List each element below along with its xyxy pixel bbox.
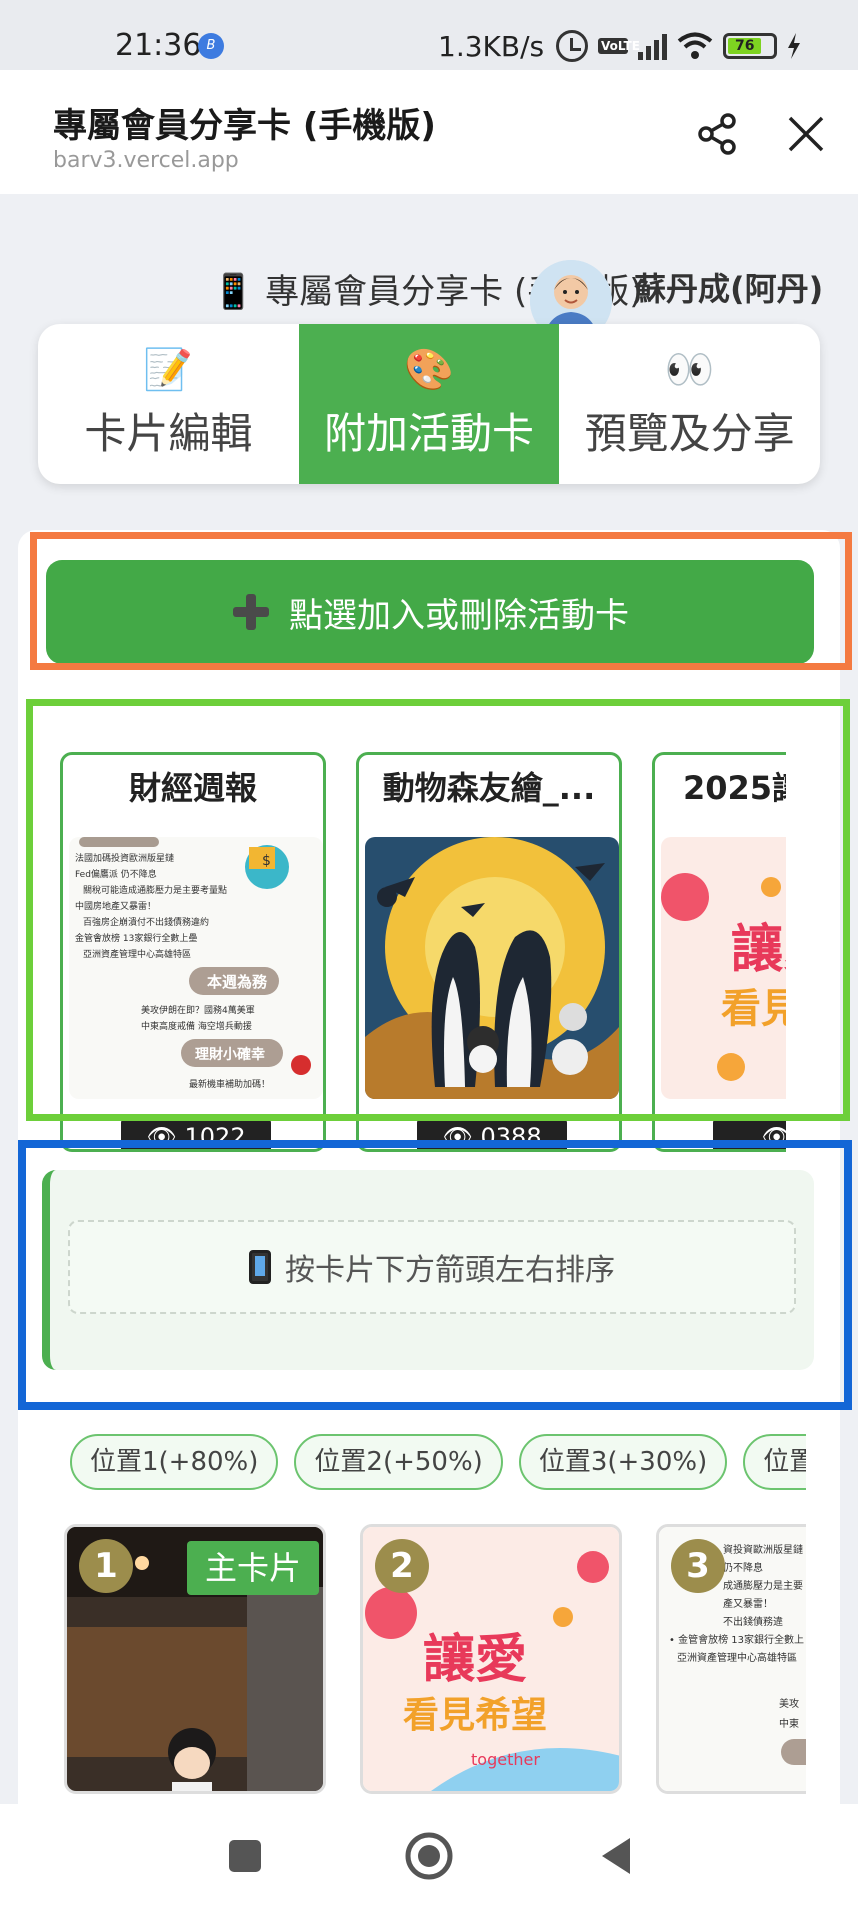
add-cards-label: 點選加入或刪除活動卡 [289,595,629,636]
card-image-text: 美攻 [779,1697,799,1710]
svg-text:$: $ [262,853,271,869]
activity-card[interactable]: 2025讓 讓愛 看見 👁 0 [652,752,786,1152]
status-icons: VoLTE 76 [556,30,801,62]
card-title: 2025讓 [683,769,786,807]
tab-card-edit[interactable]: 📝 卡片編輯 [38,324,299,484]
card-thumbnail: 讓愛 看見 [661,837,786,1099]
network-speed: 1.3KB/s [438,30,545,63]
card-image-text: 亞洲資產管理中心高雄特區 [83,948,191,960]
card-image-text: 讓愛 [423,1630,527,1690]
card-image-text: together [471,1750,540,1769]
home-circle-icon[interactable] [403,1830,455,1882]
position-chip[interactable]: 位置2(+50%) [294,1434,503,1490]
mobile-phone-icon [249,1250,271,1284]
share-icon[interactable] [696,112,740,156]
status-bar: 21:36 B 1.3KB/s VoLTE 76 [0,0,858,70]
main-card-badge: 主卡片 [186,1541,319,1595]
member-name: 蘇丹成(阿丹) [634,270,824,308]
position-chip[interactable]: 位置1(+80%) [70,1434,279,1490]
card-image-text: 理財小確幸 [195,1046,265,1063]
app-notification-icon: B [198,33,224,59]
recents-square-icon[interactable] [219,1830,271,1882]
activity-card[interactable]: 財經週報 $ 法國加碼投資歐洲版星鏈 Fed偏鷹派 仍不降息 關稅可能造成通膨壓… [60,752,326,1152]
alarm-icon [556,30,588,62]
card-image-text: • 金管會放榜 13家銀行全數上 [669,1633,804,1646]
volte-icon: VoLTE [598,38,640,54]
signal-icon [638,32,667,60]
system-nav-bar [0,1804,858,1907]
tab-activity-cards[interactable]: 🎨 附加活動卡 [298,324,560,484]
card-image-text: 美攻伊朗在即？國務4萬美軍 [141,1004,255,1016]
sort-hint: 按卡片下方箭頭左右排序 [68,1220,796,1314]
tab-label: 預覽及分享 [584,408,795,458]
card-image-text: 百強房企崩潰付不出錢債務違約 [83,916,209,928]
card-image-text: 讓愛 [731,920,786,980]
card-image-text: 中國房地產又暴雷！ [75,900,156,912]
order-number-badge: 2 [375,1539,429,1593]
page-url: barv3.vercel.app [53,148,239,173]
card-image-text: Fed偏鷹派 仍不降息 [75,868,157,880]
tab-bar: 📝 卡片編輯 🎨 附加活動卡 👀 預覽及分享 [38,324,820,484]
member-header: 📱 專屬會員分享卡 (手機版) 蘇丹成(阿丹) [212,234,852,342]
close-icon[interactable] [784,112,828,156]
card-image-text: 最新機車補助加碼！ [189,1078,270,1090]
tab-label: 附加活動卡 [324,408,535,458]
battery-icon: 76 [723,33,777,59]
activity-card-carousel[interactable]: 財經週報 $ 法國加碼投資歐洲版星鏈 Fed偏鷹派 仍不降息 關稅可能造成通膨壓… [60,752,786,1152]
activity-card[interactable]: 動物森友繪_... 👁 0388 [356,752,622,1152]
card-image-text: 成通膨壓力是主要 [723,1579,803,1592]
tab-label: 卡片編輯 [84,408,253,458]
card-image-text: 關稅可能造成通膨壓力是主要考量點 [83,884,227,896]
card-image-text: 資投資歐洲版星鏈 [723,1543,803,1556]
wifi-icon [677,32,713,59]
add-remove-activity-cards-button[interactable]: 點選加入或刪除活動卡 [46,560,814,664]
card-title: 動物森友繪_... [382,769,596,807]
eyes-icon: 👀 [664,346,715,393]
memo-icon: 📝 [143,346,194,393]
page-title: 專屬會員分享卡 (手機版) [53,106,436,146]
card-thumbnail [365,837,619,1099]
order-number-badge: 3 [671,1539,725,1593]
card-image-text: 仍不降息 [723,1561,763,1574]
charging-icon [788,33,800,59]
card-image-text: 中東 [779,1717,799,1730]
card-image-text: 本週為務 [207,973,268,991]
card-image-text: 亞洲資產管理中心高雄特區 [677,1651,797,1664]
view-count: 👁 1022 [121,1117,271,1149]
browser-header: 專屬會員分享卡 (手機版) barv3.vercel.app [0,70,858,194]
ordered-card[interactable]: 資投資歐洲版星鏈 仍不降息 成通膨壓力是主要 產又暴雷！ 不出錢債務違 • 金管… [656,1524,806,1794]
ordered-card[interactable]: 讓愛 看見希望 together 2 [360,1524,622,1794]
card-image-text: 法國加碼投資歐洲版星鏈 [75,852,174,864]
tab-preview-share[interactable]: 👀 預覽及分享 [559,324,820,484]
battery-level: 76 [728,38,762,54]
back-triangle-icon[interactable] [590,1830,642,1882]
card-order-carousel[interactable]: 1 主卡片 讓愛 看見希望 together 2 資投資歐洲版星鏈 仍不降息 成… [64,1524,806,1794]
card-image-text: 不出錢債務違 [723,1615,783,1628]
plus-icon [231,592,271,632]
palette-icon: 🎨 [404,346,454,393]
card-image-text: 看見希望 [403,1695,547,1736]
ordered-card[interactable]: 1 主卡片 [64,1524,326,1794]
position-chip-row[interactable]: 位置1(+80%) 位置2(+50%) 位置3(+30%) 位置4(+1 [70,1434,806,1490]
card-title: 財經週報 [128,769,257,807]
card-image-text: 中東高度戒備 海空增兵動援 [141,1020,252,1032]
order-number-badge: 1 [79,1539,133,1593]
position-chip[interactable]: 位置4(+1 [743,1434,806,1490]
card-image-text: 產又暴雷！ [723,1597,773,1610]
card-thumbnail: $ 法國加碼投資歐洲版星鏈 Fed偏鷹派 仍不降息 關稅可能造成通膨壓力是主要考… [69,837,323,1099]
sort-hint-text: 按卡片下方箭頭左右排序 [285,1253,615,1288]
view-count: 👁 0 [713,1117,786,1149]
status-time: 21:36 [115,28,202,63]
card-image-text: 看見 [721,986,786,1032]
card-image-text: 金管會放榜 13家銀行全數上壘 [75,932,197,944]
page-content: 📱 專屬會員分享卡 (手機版) 蘇丹成(阿丹) 📝 卡片編輯 🎨 附加活動卡 👀 [0,194,858,1804]
view-count: 👁 0388 [417,1117,567,1149]
position-chip[interactable]: 位置3(+30%) [518,1434,728,1490]
